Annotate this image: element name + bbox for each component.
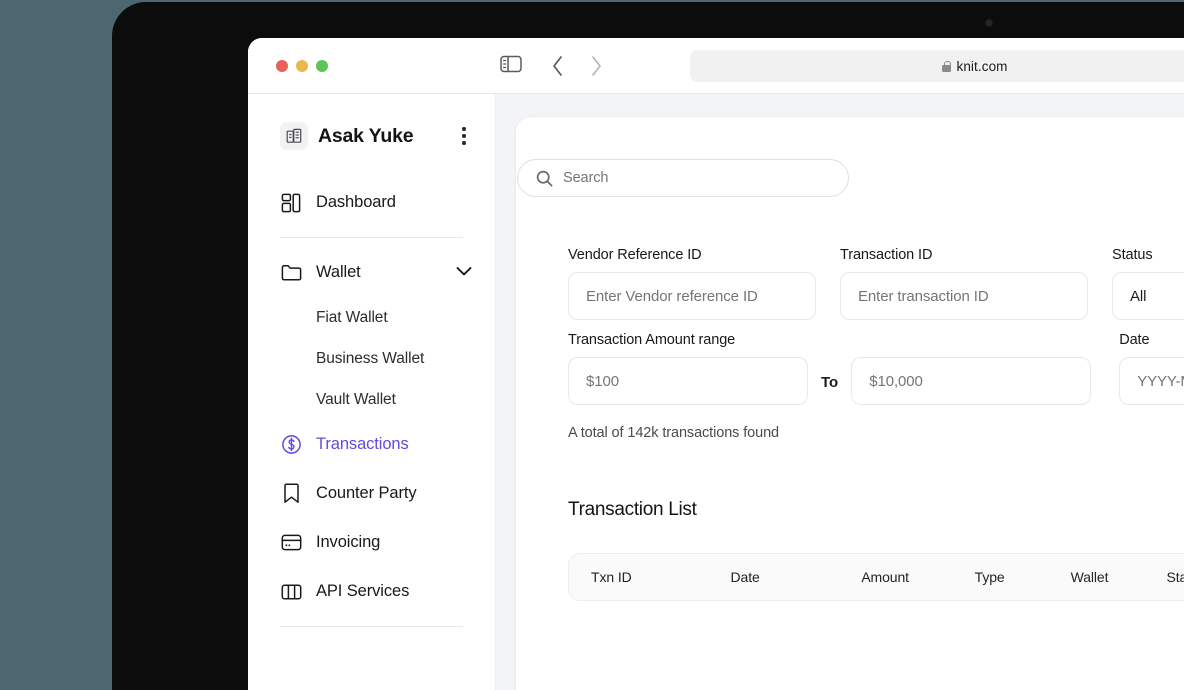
layout-dashboard-icon — [280, 192, 302, 214]
filter-row-1: Vendor Reference ID Transaction ID Statu… — [568, 247, 1184, 320]
url-text: knit.com — [956, 58, 1008, 74]
table-column-header: Status — [1166, 569, 1184, 585]
amount-range-separator: To — [821, 374, 839, 391]
sidebar-divider-top — [280, 237, 463, 238]
sidebar-item-counter-party[interactable]: Counter Party — [248, 469, 495, 518]
sidebar-subitem-label: Fiat Wallet — [316, 308, 388, 326]
sidebar-item-label: API Services — [316, 582, 410, 600]
sidebar-subitem-label: Vault Wallet — [316, 390, 396, 408]
search-icon — [536, 170, 553, 187]
sidebar-subitem-fiat-wallet[interactable]: Fiat Wallet — [248, 297, 495, 338]
field-date: Date — [1119, 332, 1184, 405]
folder-icon — [280, 262, 302, 284]
field-status: Status All — [1112, 247, 1184, 320]
browser-window: knit.com Asak Yuke Dashboard Wallet Fiat… — [248, 38, 1184, 690]
sidebar-item-transactions[interactable]: Transactions — [248, 420, 495, 469]
table-column-header: Type — [974, 569, 1005, 585]
transactions-card: Transactions Vendor Reference ID Transac… — [515, 116, 1184, 690]
amount-range-controls: To — [568, 357, 1092, 405]
window-traffic-lights[interactable] — [276, 60, 328, 72]
columns-icon — [280, 581, 302, 603]
url-bar[interactable]: knit.com — [690, 50, 1184, 82]
status-select[interactable]: All — [1112, 272, 1184, 320]
sidebar-item-dashboard[interactable]: Dashboard — [248, 178, 495, 227]
back-button[interactable] — [551, 55, 565, 77]
sidebar-subitem-business-wallet[interactable]: Business Wallet — [248, 338, 495, 379]
org-header[interactable]: Asak Yuke — [248, 94, 495, 178]
sidebar-item-label: Wallet — [316, 263, 361, 281]
sidebar-toggle-icon[interactable] — [500, 55, 522, 73]
bookmark-icon — [280, 483, 302, 505]
transaction-list-title: Transaction List — [568, 499, 697, 520]
filters-section: Vendor Reference ID Transaction ID Statu… — [568, 247, 1184, 441]
date-label: Date — [1119, 332, 1150, 348]
more-vertical-icon[interactable] — [455, 125, 473, 147]
table-column-header: Date — [730, 569, 760, 585]
sidebar-subitem-vault-wallet[interactable]: Vault Wallet — [248, 379, 495, 420]
close-window-button[interactable] — [276, 60, 288, 72]
transactions-table: Txn ID Date Amount Type Wallet Status — [568, 553, 1184, 601]
sidebar-item-wallet[interactable]: Wallet — [248, 248, 495, 297]
amount-max-input[interactable] — [851, 357, 1092, 405]
sidebar-item-label: Dashboard — [316, 193, 396, 211]
forward-button[interactable] — [589, 55, 603, 77]
dollar-circle-icon — [280, 434, 302, 456]
filter-row-2: Transaction Amount range To Date — [568, 332, 1184, 405]
search-input[interactable] — [563, 170, 830, 186]
total-transactions-found: A total of 142k transactions found — [568, 425, 780, 441]
table-header-row: Txn ID Date Amount Type Wallet Status — [569, 554, 1184, 600]
field-amount-range: Transaction Amount range To — [568, 332, 1092, 405]
chevron-down-icon[interactable] — [455, 263, 473, 282]
sidebar-item-api-services[interactable]: API Services — [248, 567, 495, 616]
vendor-reference-id-input[interactable] — [568, 272, 816, 320]
table-column-header: Wallet — [1070, 569, 1109, 585]
building-icon — [280, 122, 308, 150]
transaction-id-input[interactable] — [840, 272, 1088, 320]
sidebar-subitem-label: Business Wallet — [316, 349, 425, 367]
sidebar-item-invoicing[interactable]: Invoicing — [248, 518, 495, 567]
field-vendor-reference-id: Vendor Reference ID — [568, 247, 816, 320]
date-input[interactable] — [1119, 357, 1184, 405]
vendor-reference-id-label: Vendor Reference ID — [568, 247, 702, 263]
table-column-header: Amount — [861, 569, 909, 585]
sidebar-item-label: Counter Party — [316, 484, 417, 502]
sidebar-nav: Dashboard Wallet Fiat Wallet Business Wa… — [248, 178, 495, 627]
zoom-window-button[interactable] — [316, 60, 328, 72]
table-column-header: Txn ID — [591, 569, 632, 585]
lock-icon — [942, 60, 952, 72]
amount-min-input[interactable] — [568, 357, 808, 405]
sidebar: Asak Yuke Dashboard Wallet Fiat Wallet B… — [248, 94, 496, 690]
status-selected-value: All — [1130, 287, 1147, 305]
sidebar-item-label: Transactions — [316, 435, 409, 453]
desktop-backdrop: knit.com Asak Yuke Dashboard Wallet Fiat… — [0, 0, 1184, 690]
webcam-icon — [985, 19, 993, 27]
browser-toolbar: knit.com — [248, 38, 1184, 94]
status-label: Status — [1112, 247, 1153, 263]
field-transaction-id: Transaction ID — [840, 247, 1088, 320]
transaction-id-label: Transaction ID — [840, 247, 933, 263]
sidebar-item-label: Invoicing — [316, 533, 381, 551]
minimize-window-button[interactable] — [296, 60, 308, 72]
sidebar-divider-bottom — [280, 626, 463, 627]
global-search[interactable] — [517, 159, 849, 197]
credit-card-icon — [280, 532, 302, 554]
amount-range-label: Transaction Amount range — [568, 332, 736, 348]
laptop-bezel: knit.com Asak Yuke Dashboard Wallet Fiat… — [112, 2, 1184, 690]
org-name: Asak Yuke — [318, 124, 414, 147]
